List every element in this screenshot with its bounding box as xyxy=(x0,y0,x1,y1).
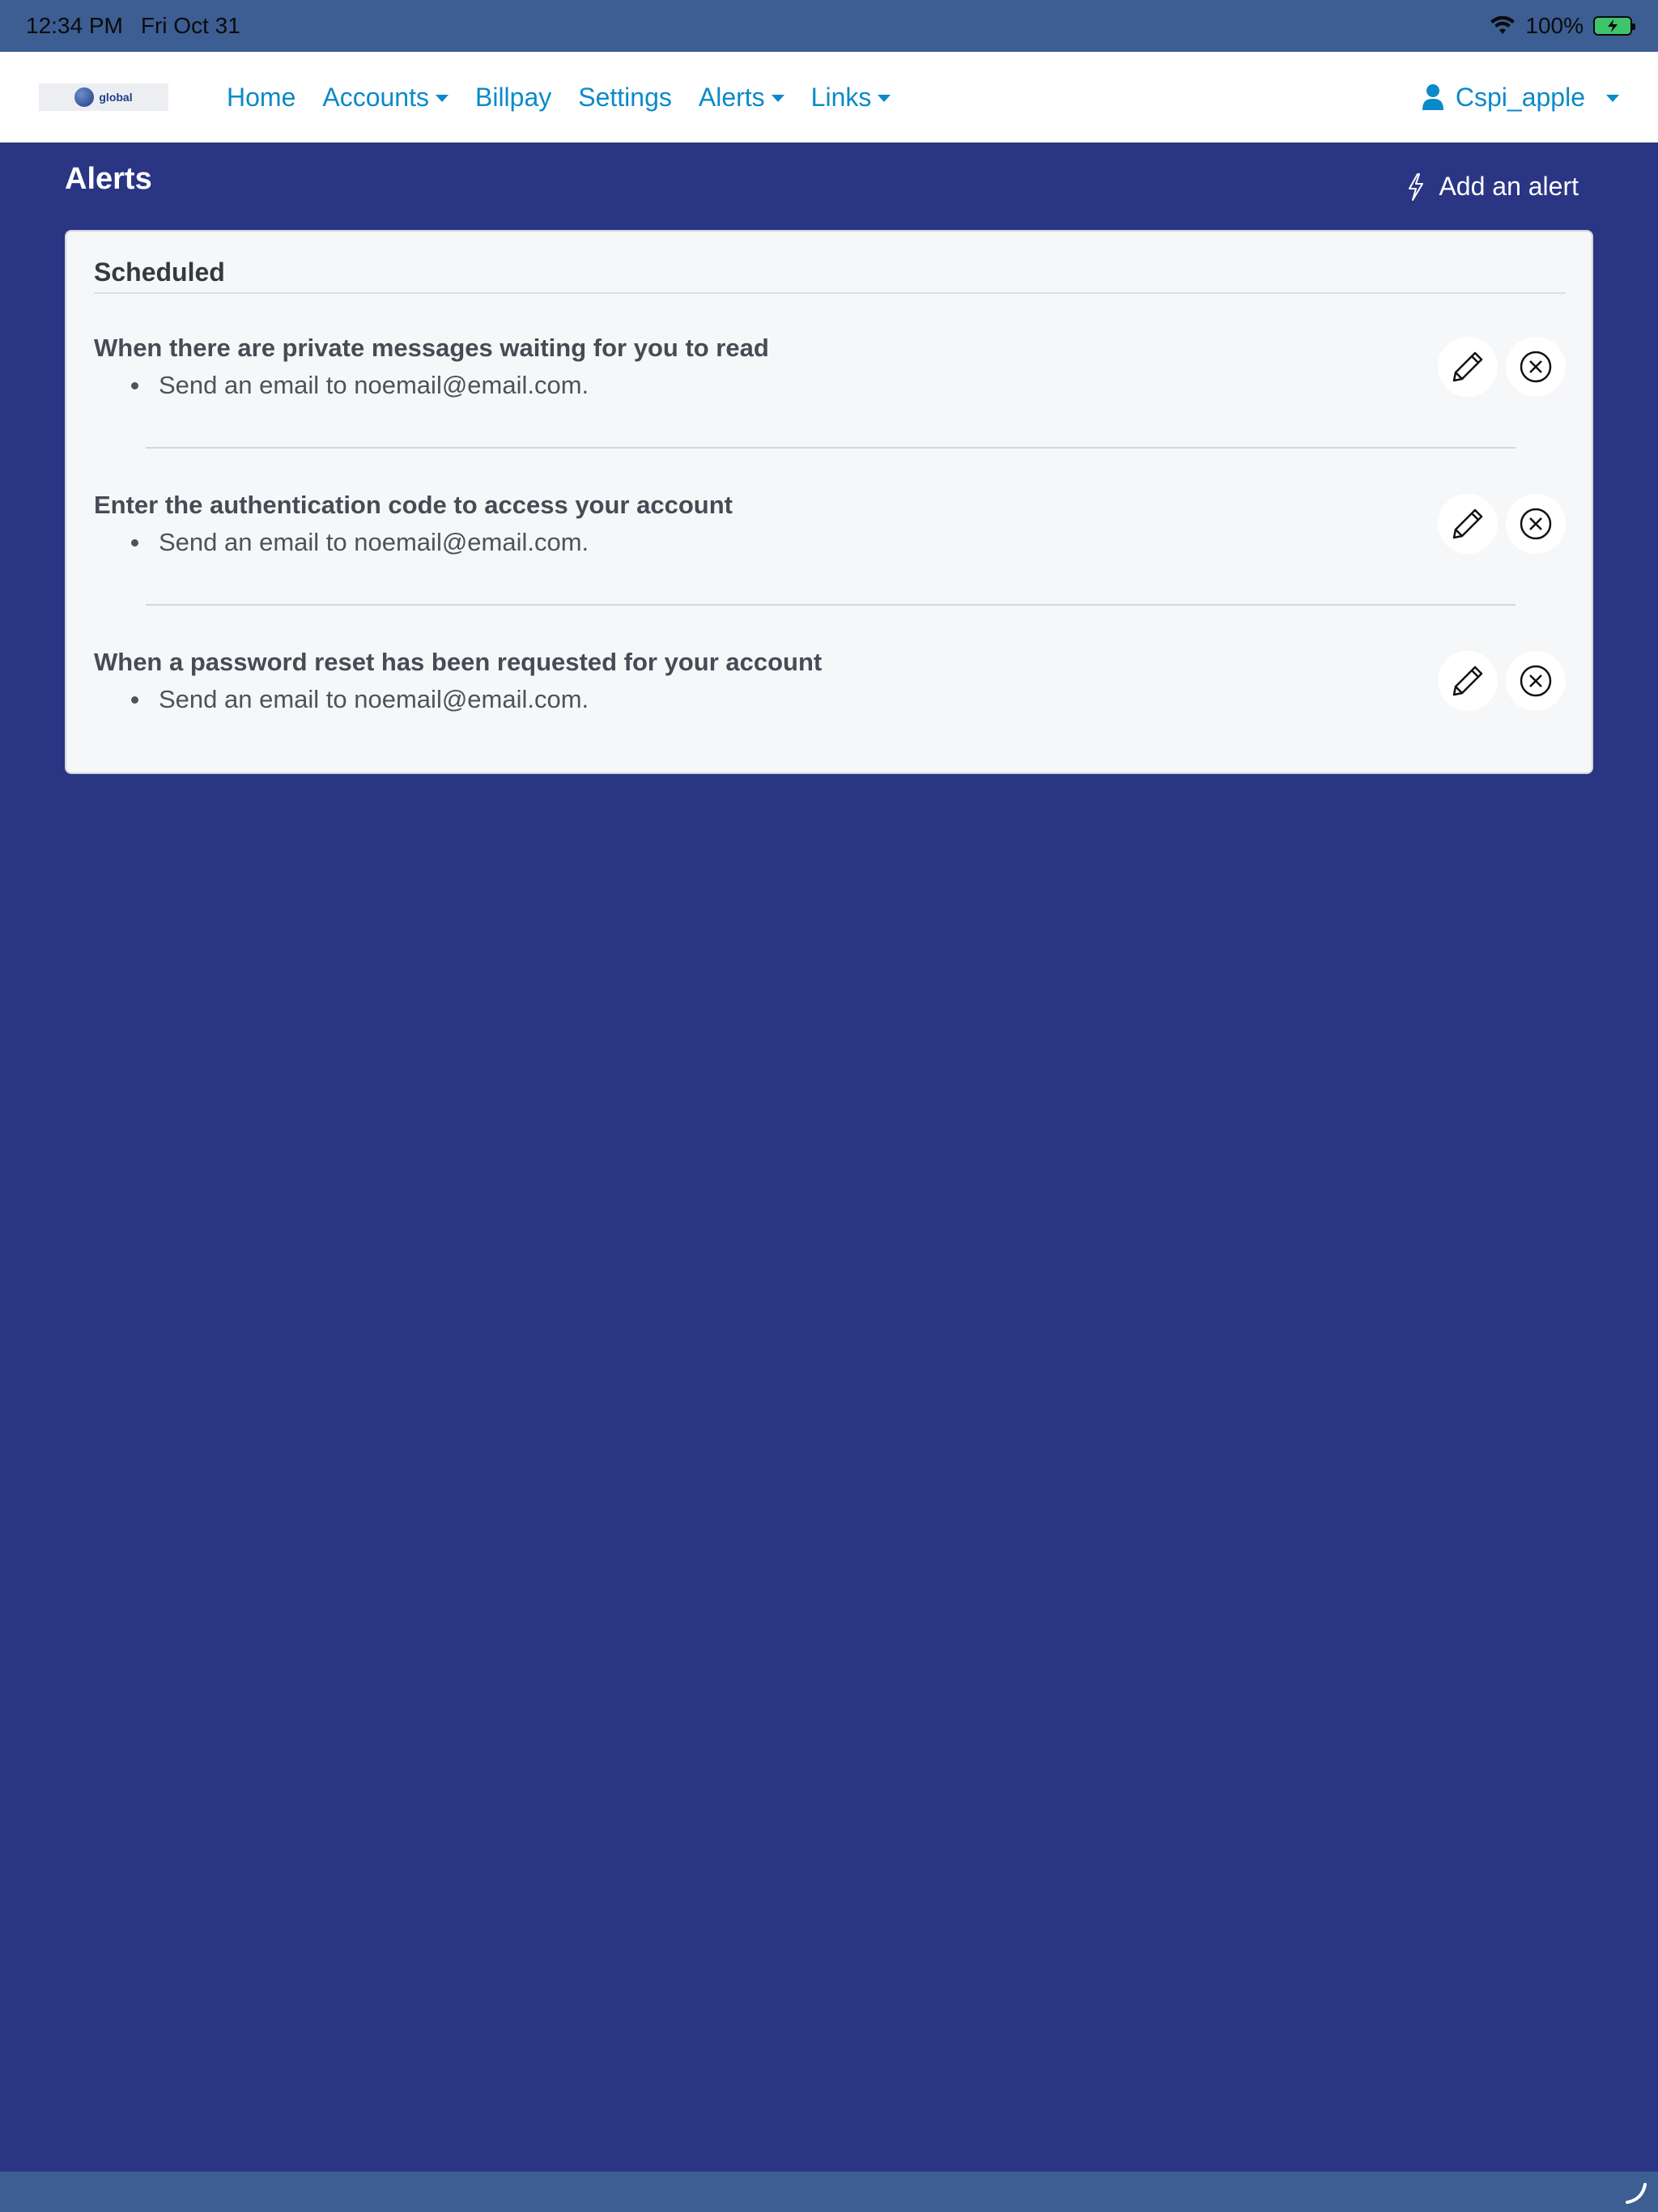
divider xyxy=(146,447,1516,449)
status-left: 12:34 PM Fri Oct 31 xyxy=(26,13,240,39)
user-name: Cspi_apple xyxy=(1455,82,1585,112)
add-alert-label: Add an alert xyxy=(1439,172,1579,201)
nav-link-label: Alerts xyxy=(698,82,765,112)
nav-link-accounts[interactable]: Accounts xyxy=(322,83,449,113)
alert-title: Enter the authentication code to access … xyxy=(94,491,733,519)
bullet xyxy=(131,539,138,547)
delete-alert-button[interactable] xyxy=(1506,337,1566,397)
nav-link-label: Billpay xyxy=(474,82,552,112)
alert-actions-list: Send an email to noemail@email.com. xyxy=(131,685,1566,714)
resize-handle-icon[interactable] xyxy=(1624,2181,1648,2206)
page-title: Alerts xyxy=(65,162,152,196)
nav-link-billpay[interactable]: Billpay xyxy=(475,83,551,113)
status-time: 12:34 PM xyxy=(26,13,123,38)
add-alert-button[interactable]: Add an alert xyxy=(1406,172,1579,202)
logo-globe-icon xyxy=(74,87,95,107)
lightning-icon xyxy=(1409,172,1424,201)
caret-down-icon xyxy=(878,94,891,102)
delete-alert-button[interactable] xyxy=(1506,494,1566,554)
alert-title: When a password reset has been requested… xyxy=(94,648,823,676)
pencil-icon xyxy=(1452,666,1483,696)
alert-item-buttons xyxy=(1438,651,1566,711)
scheduled-alerts-card: Scheduled When there are private message… xyxy=(65,230,1593,774)
bottom-bar xyxy=(0,2172,1658,2212)
divider xyxy=(146,604,1516,606)
pencil-icon xyxy=(1452,508,1483,539)
battery-percent: 100% xyxy=(1525,13,1584,38)
edit-alert-button[interactable] xyxy=(1438,651,1498,711)
user-menu[interactable]: Cspi_apple xyxy=(1422,83,1619,113)
caret-down-icon xyxy=(435,94,449,102)
bullet xyxy=(131,696,138,704)
nav-link-links[interactable]: Links xyxy=(811,83,891,113)
alert-item: When there are private messages waiting … xyxy=(94,334,1566,400)
wifi-icon xyxy=(1490,16,1516,34)
alert-action-text: Send an email to noemail@email.com. xyxy=(159,371,589,399)
edit-alert-button[interactable] xyxy=(1438,337,1498,397)
alert-actions-list: Send an email to noemail@email.com. xyxy=(131,528,1566,557)
nav-link-label: Home xyxy=(227,82,296,112)
caret-down-icon xyxy=(771,94,784,102)
alert-item: Enter the authentication code to access … xyxy=(94,491,1566,557)
logo-text: global xyxy=(99,91,133,104)
logo[interactable]: global xyxy=(39,83,168,111)
alert-actions-list: Send an email to noemail@email.com. xyxy=(131,371,1566,400)
alert-title: When there are private messages waiting … xyxy=(94,334,769,362)
pencil-icon xyxy=(1452,351,1483,382)
user-icon xyxy=(1422,84,1443,110)
nav-link-label: Settings xyxy=(578,82,672,112)
alert-action-text: Send an email to noemail@email.com. xyxy=(159,528,589,556)
nav-link-settings[interactable]: Settings xyxy=(578,83,672,113)
alert-item-buttons xyxy=(1438,494,1566,554)
delete-alert-button[interactable] xyxy=(1506,651,1566,711)
edit-alert-button[interactable] xyxy=(1438,494,1498,554)
status-right: 100% xyxy=(1490,13,1635,39)
bullet xyxy=(131,382,138,389)
alert-action: Send an email to noemail@email.com. xyxy=(131,528,1566,557)
nav-link-alerts[interactable]: Alerts xyxy=(699,83,784,113)
caret-down-icon xyxy=(1606,94,1619,102)
status-bar: 12:34 PM Fri Oct 31 100% xyxy=(0,0,1658,52)
close-circle-icon xyxy=(1520,665,1552,697)
battery-icon xyxy=(1593,16,1635,36)
alert-item-buttons xyxy=(1438,337,1566,397)
status-date: Fri Oct 31 xyxy=(140,13,240,38)
close-circle-icon xyxy=(1520,508,1552,540)
nav-link-label: Links xyxy=(810,82,872,112)
alert-action: Send an email to noemail@email.com. xyxy=(131,371,1566,400)
close-circle-icon xyxy=(1520,351,1552,383)
nav-links: Home Accounts Billpay Settings Alerts Li… xyxy=(227,83,891,113)
alert-action: Send an email to noemail@email.com. xyxy=(131,685,1566,714)
card-header: Scheduled xyxy=(94,257,1566,294)
alert-item: When a password reset has been requested… xyxy=(94,648,1566,714)
nav-link-home[interactable]: Home xyxy=(227,83,295,113)
nav-link-label: Accounts xyxy=(322,82,429,112)
navbar: global Home Accounts Billpay Settings Al… xyxy=(0,52,1658,143)
alert-action-text: Send an email to noemail@email.com. xyxy=(159,685,589,713)
